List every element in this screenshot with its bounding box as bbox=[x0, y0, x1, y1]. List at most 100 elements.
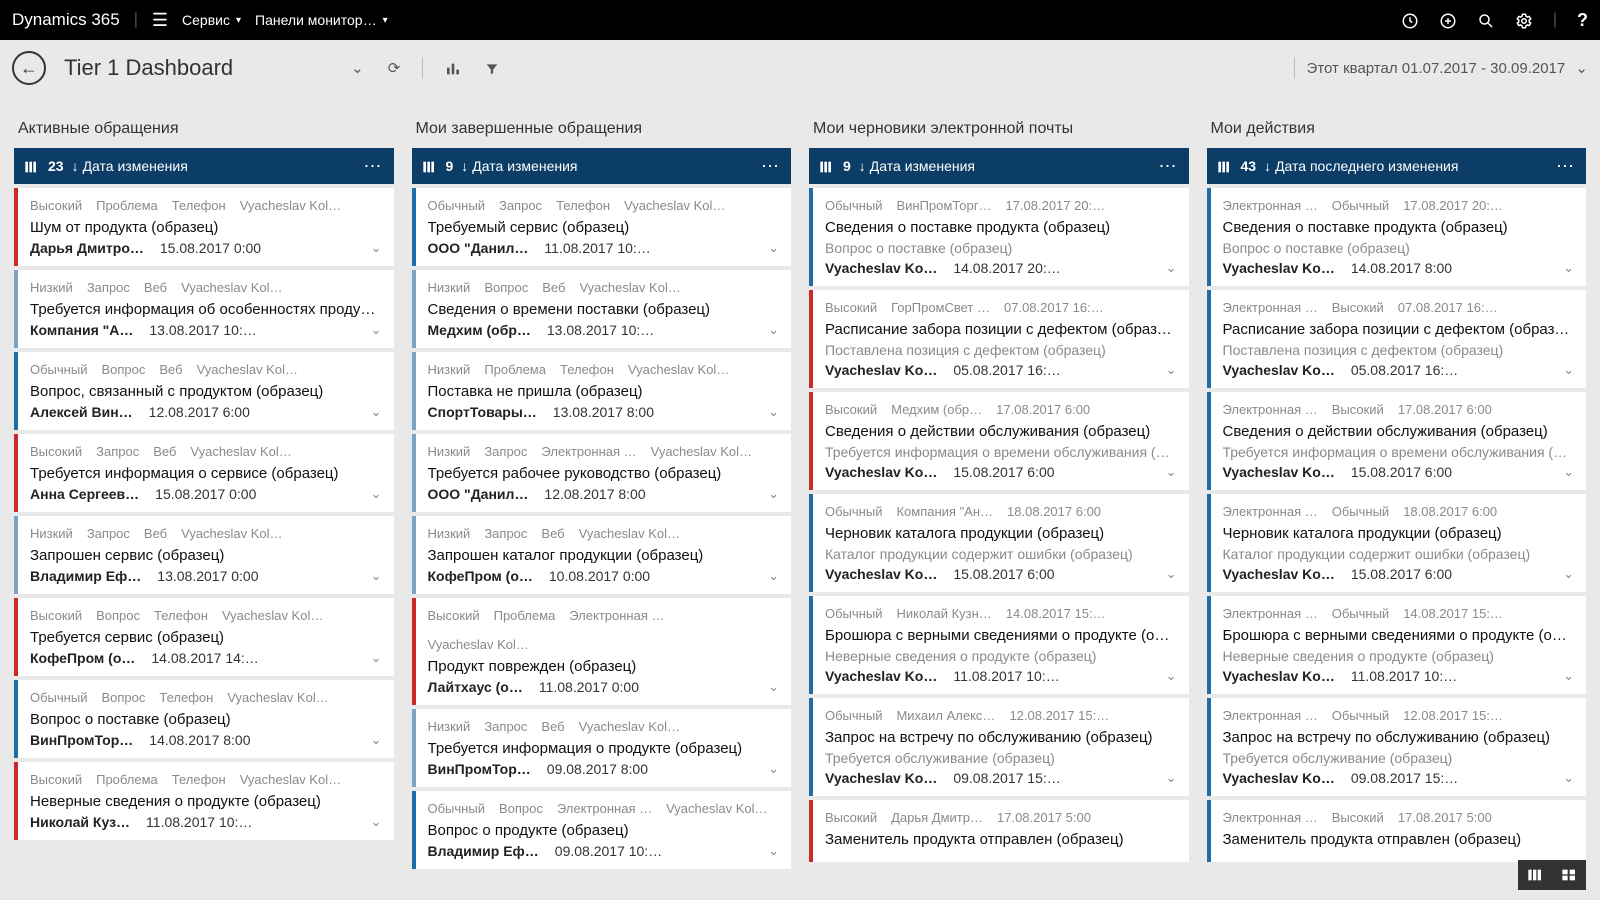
stream-view-button[interactable] bbox=[1518, 860, 1552, 890]
search-icon[interactable] bbox=[1477, 10, 1495, 31]
column: Мои завершенные обращения9↓Дата изменени… bbox=[412, 112, 792, 884]
card-expand-icon[interactable]: ⌄ bbox=[371, 814, 382, 830]
card[interactable]: Электронная …Высокий07.08.2017 16:…Распи… bbox=[1207, 290, 1587, 388]
card[interactable]: ВысокийПроблемаЭлектронная …Vyacheslav K… bbox=[412, 598, 792, 705]
card[interactable]: ВысокийЗапросВебVyacheslav Kol…Требуется… bbox=[14, 434, 394, 512]
card-expand-icon[interactable]: ⌄ bbox=[1166, 362, 1177, 378]
card[interactable]: ВысокийГорПромСвет …07.08.2017 16:…Распи… bbox=[809, 290, 1189, 388]
card-expand-icon[interactable]: ⌄ bbox=[768, 568, 779, 584]
card-date: 11.08.2017 10:… bbox=[146, 814, 252, 830]
card-expand-icon[interactable]: ⌄ bbox=[1166, 770, 1177, 786]
column-sort[interactable]: ↓Дата изменения bbox=[72, 158, 188, 174]
card-meta-item: Vyacheslav Kol… bbox=[227, 690, 328, 705]
card[interactable]: НизкийЗапросВебVyacheslav Kol…Требуется … bbox=[14, 270, 394, 348]
card-expand-icon[interactable]: ⌄ bbox=[768, 761, 779, 777]
card-expand-icon[interactable]: ⌄ bbox=[1563, 260, 1574, 276]
card-expand-icon[interactable]: ⌄ bbox=[768, 404, 779, 420]
card[interactable]: Электронная …Обычный18.08.2017 6:00Черно… bbox=[1207, 494, 1587, 592]
card[interactable]: НизкийВопросВебVyacheslav Kol…Сведения о… bbox=[412, 270, 792, 348]
card-expand-icon[interactable]: ⌄ bbox=[371, 568, 382, 584]
area-dropdown[interactable]: Сервис ▾ bbox=[182, 12, 241, 28]
card-expand-icon[interactable]: ⌄ bbox=[1563, 566, 1574, 582]
card-date: 05.08.2017 16:… bbox=[1351, 362, 1458, 378]
card[interactable]: НизкийЗапросВебVyacheslav Kol…Требуется … bbox=[412, 709, 792, 787]
tile-view-button[interactable] bbox=[1552, 860, 1586, 890]
column-count: 43 bbox=[1241, 158, 1257, 174]
column-sort[interactable]: ↓Дата изменения bbox=[461, 158, 577, 174]
date-range-selector[interactable]: Этот квартал 01.07.2017 - 30.09.2017 ⌄ bbox=[1307, 59, 1588, 77]
help-icon[interactable]: ? bbox=[1577, 10, 1588, 31]
card[interactable]: Электронная …Обычный17.08.2017 20:…Сведе… bbox=[1207, 188, 1587, 286]
card-expand-icon[interactable]: ⌄ bbox=[371, 240, 382, 256]
card[interactable]: ВысокийДарья Дмитр…17.08.2017 5:00Замени… bbox=[809, 800, 1189, 862]
card[interactable]: Электронная …Высокий17.08.2017 5:00Замен… bbox=[1207, 800, 1587, 862]
column-more-button[interactable]: ⋯ bbox=[364, 156, 384, 177]
card[interactable]: Электронная …Обычный12.08.2017 15:…Запро… bbox=[1207, 698, 1587, 796]
card-expand-icon[interactable]: ⌄ bbox=[1166, 260, 1177, 276]
card-expand-icon[interactable]: ⌄ bbox=[1563, 362, 1574, 378]
column-sort[interactable]: ↓Дата последнего изменения bbox=[1264, 158, 1458, 174]
card[interactable]: НизкийЗапросВебVyacheslav Kol…Запрошен к… bbox=[412, 516, 792, 594]
column-more-button[interactable]: ⋯ bbox=[761, 156, 781, 177]
card-expand-icon[interactable]: ⌄ bbox=[371, 650, 382, 666]
back-button[interactable]: ← bbox=[12, 51, 46, 85]
card-owner: Vyacheslav Ko… bbox=[825, 668, 937, 684]
card[interactable]: ВысокийВопросТелефонVyacheslav Kol…Требу… bbox=[14, 598, 394, 676]
card-expand-icon[interactable]: ⌄ bbox=[371, 486, 382, 502]
card-expand-icon[interactable]: ⌄ bbox=[371, 404, 382, 420]
card-expand-icon[interactable]: ⌄ bbox=[768, 679, 779, 695]
card-expand-icon[interactable]: ⌄ bbox=[371, 732, 382, 748]
card[interactable]: ВысокийПроблемаТелефонVyacheslav Kol…Шум… bbox=[14, 188, 394, 266]
card[interactable]: ОбычныйЗапросТелефонVyacheslav Kol…Требу… bbox=[412, 188, 792, 266]
card[interactable]: Электронная …Обычный14.08.2017 15:…Брошю… bbox=[1207, 596, 1587, 694]
card[interactable]: ВысокийМедхим (обр…17.08.2017 6:00Сведен… bbox=[809, 392, 1189, 490]
card[interactable]: НизкийЗапросЭлектронная …Vyacheslav Kol…… bbox=[412, 434, 792, 512]
column-count: 23 bbox=[48, 158, 64, 174]
recent-icon[interactable] bbox=[1401, 10, 1419, 31]
card-meta: ОбычныйКомпания "Ан…18.08.2017 6:00 bbox=[825, 504, 1177, 519]
card-date: 11.08.2017 10:… bbox=[1351, 668, 1457, 684]
filter-icon[interactable] bbox=[479, 60, 505, 77]
add-icon[interactable] bbox=[1439, 10, 1457, 31]
dashboard-dropdown[interactable]: ⌄ bbox=[345, 59, 370, 77]
column-more-button[interactable]: ⋯ bbox=[1556, 156, 1576, 177]
card-expand-icon[interactable]: ⌄ bbox=[1166, 668, 1177, 684]
card-expand-icon[interactable]: ⌄ bbox=[1563, 770, 1574, 786]
card-date: 15.08.2017 6:00 bbox=[1351, 566, 1452, 582]
card-date: 09.08.2017 15:… bbox=[953, 770, 1060, 786]
card-list: Электронная …Обычный17.08.2017 20:…Сведе… bbox=[1207, 184, 1587, 862]
card-expand-icon[interactable]: ⌄ bbox=[768, 240, 779, 256]
card-meta-item: 14.08.2017 15:… bbox=[1403, 606, 1503, 621]
column-sort[interactable]: ↓Дата изменения bbox=[859, 158, 975, 174]
card-meta-item: Vyacheslav Kol… bbox=[666, 801, 767, 816]
card-expand-icon[interactable]: ⌄ bbox=[1563, 464, 1574, 480]
card[interactable]: ОбычныйКомпания "Ан…18.08.2017 6:00Черно… bbox=[809, 494, 1189, 592]
column-more-button[interactable]: ⋯ bbox=[1159, 156, 1179, 177]
card-title: Требуемый сервис (образец) bbox=[428, 219, 780, 236]
page-dropdown[interactable]: Панели монитор… ▾ bbox=[255, 12, 388, 28]
card-expand-icon[interactable]: ⌄ bbox=[1563, 668, 1574, 684]
card-expand-icon[interactable]: ⌄ bbox=[1166, 566, 1177, 582]
card-meta-item: Вопрос bbox=[101, 362, 145, 377]
card-expand-icon[interactable]: ⌄ bbox=[768, 843, 779, 859]
card[interactable]: НизкийЗапросВебVyacheslav Kol…Запрошен с… bbox=[14, 516, 394, 594]
card[interactable]: Электронная …Высокий17.08.2017 6:00Сведе… bbox=[1207, 392, 1587, 490]
card[interactable]: НизкийПроблемаТелефонVyacheslav Kol…Пост… bbox=[412, 352, 792, 430]
card-meta-item: Vyacheslav Kol… bbox=[628, 362, 729, 377]
card[interactable]: ОбычныйВинПромТорг…17.08.2017 20:…Сведен… bbox=[809, 188, 1189, 286]
refresh-icon[interactable]: ⟳ bbox=[382, 59, 407, 77]
chart-icon[interactable] bbox=[439, 59, 467, 76]
card[interactable]: ВысокийПроблемаТелефонVyacheslav Kol…Нев… bbox=[14, 762, 394, 840]
gear-icon[interactable] bbox=[1515, 10, 1533, 31]
card[interactable]: ОбычныйНиколай Кузн…14.08.2017 15:…Брошю… bbox=[809, 596, 1189, 694]
card-meta-item: Обычный bbox=[825, 198, 882, 213]
card-expand-icon[interactable]: ⌄ bbox=[371, 322, 382, 338]
card[interactable]: ОбычныйВопросЭлектронная …Vyacheslav Kol… bbox=[412, 791, 792, 869]
card-expand-icon[interactable]: ⌄ bbox=[768, 322, 779, 338]
menu-icon[interactable]: ☰ bbox=[152, 10, 168, 31]
card[interactable]: ОбычныйВопросВебVyacheslav Kol…Вопрос, с… bbox=[14, 352, 394, 430]
card-expand-icon[interactable]: ⌄ bbox=[768, 486, 779, 502]
card-expand-icon[interactable]: ⌄ bbox=[1166, 464, 1177, 480]
card[interactable]: ОбычныйВопросТелефонVyacheslav Kol…Вопро… bbox=[14, 680, 394, 758]
card[interactable]: ОбычныйМихаил Алекс…12.08.2017 15:…Запро… bbox=[809, 698, 1189, 796]
